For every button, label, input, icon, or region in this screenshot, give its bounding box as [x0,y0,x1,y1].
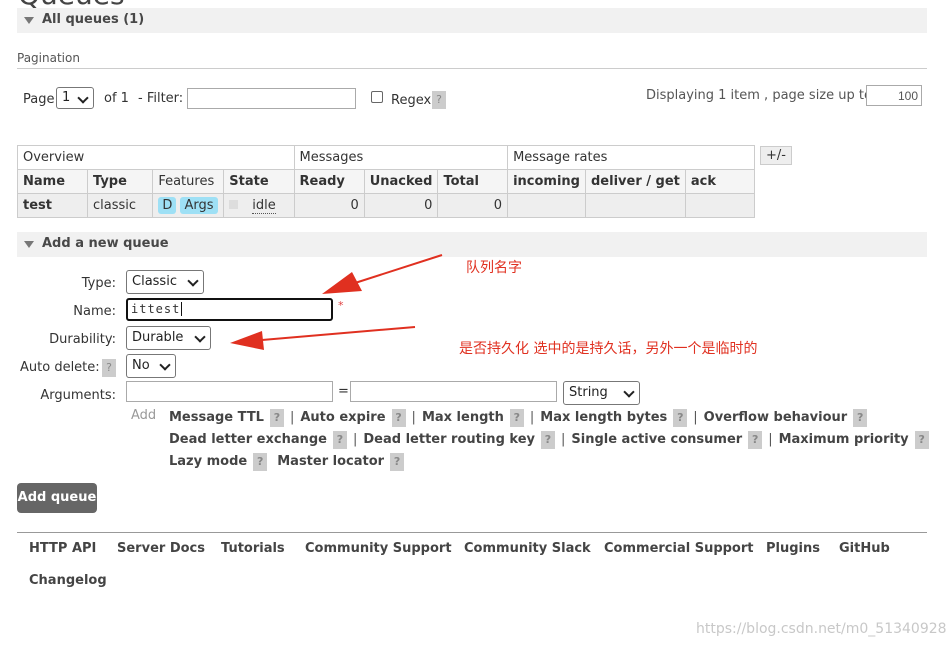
arrow-to-durability-icon [230,326,416,350]
annotation-durability-note: 是否持久化 选中的是持久话，另外一个是临时的 [459,341,758,357]
arrow-to-name-icon [322,254,443,294]
annotation-arrows [230,254,443,350]
annotation-name-note: 队列名字 [466,260,522,276]
watermark: https://blog.csdn.net/m0_51340928 [696,621,947,637]
